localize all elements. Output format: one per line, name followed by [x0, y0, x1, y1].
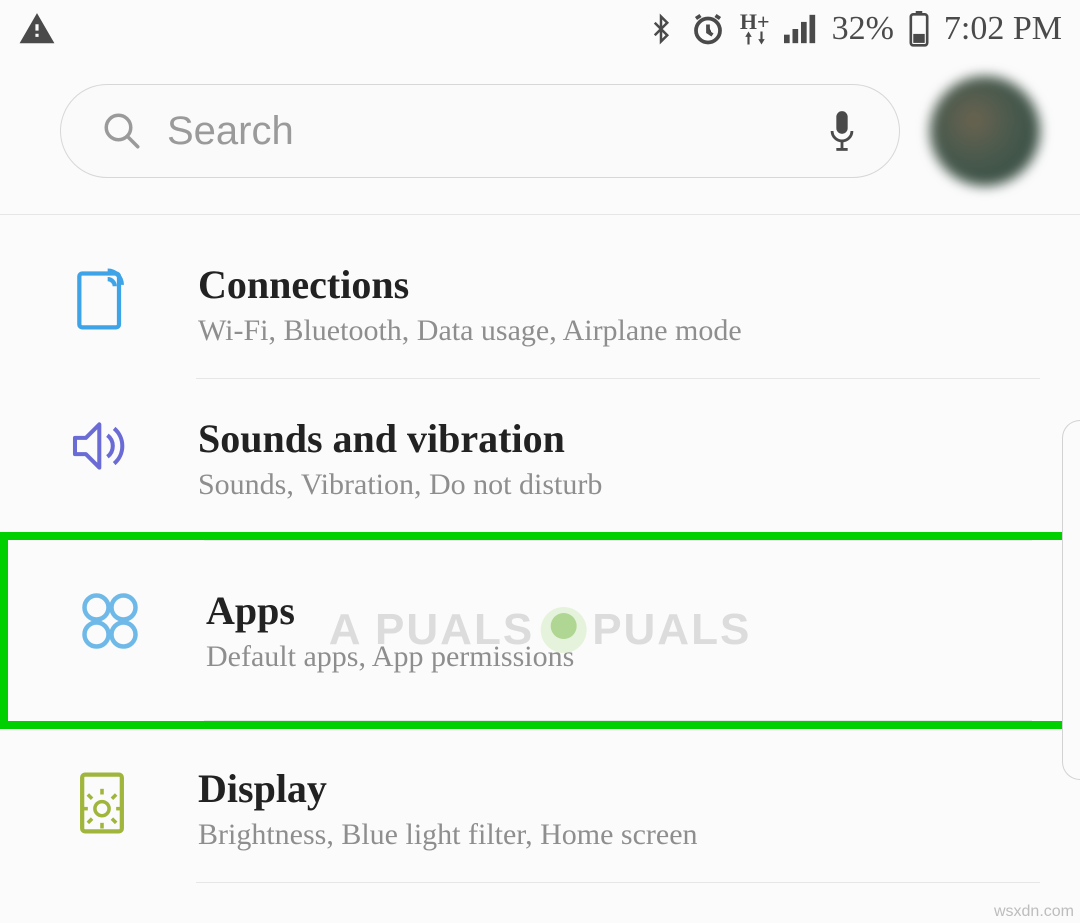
profile-avatar[interactable]	[930, 76, 1040, 186]
item-title: Sounds and vibration	[198, 415, 1040, 462]
battery-icon	[908, 11, 930, 47]
item-title: Wallpapers and themes	[198, 919, 1040, 923]
item-subtitle: Sounds, Vibration, Do not disturb	[198, 468, 1040, 502]
item-title: Display	[198, 765, 1040, 812]
search-icon	[101, 110, 143, 152]
connections-icon	[73, 265, 131, 338]
battery-percent: 32%	[832, 10, 894, 48]
search-placeholder: Search	[167, 109, 801, 154]
edge-panel-handle[interactable]	[1062, 420, 1080, 780]
watermark-corner: wsxdn.com	[994, 903, 1074, 921]
status-bar: H+ 32% 7:02 PM	[0, 0, 1080, 58]
alarm-icon	[690, 11, 726, 47]
settings-item-display[interactable]: Display Brightness, Blue light filter, H…	[0, 729, 1080, 882]
signal-icon	[784, 14, 818, 44]
search-row: Search	[0, 58, 1080, 214]
sound-icon	[69, 419, 135, 478]
item-subtitle: Wi-Fi, Bluetooth, Data usage, Airplane m…	[198, 314, 1040, 348]
settings-list: A PUALS PUALS Connections Wi-Fi, Bluetoo…	[0, 215, 1080, 923]
settings-item-wallpapers[interactable]: Wallpapers and themes Wallpapers, Themes…	[0, 883, 1080, 923]
bluetooth-icon	[646, 11, 676, 47]
settings-item-sounds[interactable]: Sounds and vibration Sounds, Vibration, …	[0, 379, 1080, 532]
settings-item-apps[interactable]: Apps Default apps, App permissions	[8, 541, 1072, 720]
apps-icon	[80, 591, 140, 656]
item-subtitle: Brightness, Blue light filter, Home scre…	[198, 818, 1040, 852]
highlight-apps: Apps Default apps, App permissions	[0, 532, 1080, 729]
search-field[interactable]: Search	[60, 84, 900, 178]
item-title: Connections	[198, 261, 1040, 308]
mic-icon[interactable]	[825, 108, 859, 154]
warning-icon	[18, 10, 56, 48]
item-title: Apps	[206, 587, 1032, 634]
display-icon	[73, 769, 131, 842]
clock-time: 7:02 PM	[944, 10, 1062, 48]
item-subtitle: Default apps, App permissions	[206, 640, 1032, 674]
data-network-icon: H+	[740, 13, 770, 45]
settings-item-connections[interactable]: Connections Wi-Fi, Bluetooth, Data usage…	[0, 225, 1080, 378]
divider	[204, 720, 1032, 721]
